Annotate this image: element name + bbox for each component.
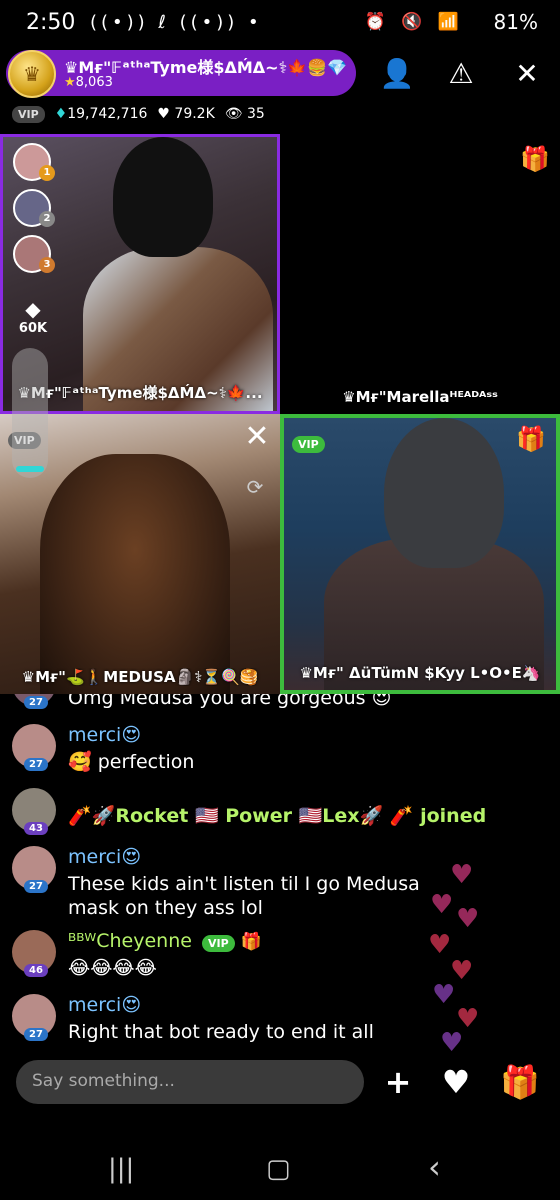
streamer-figure bbox=[40, 454, 230, 694]
host-stars-value: 8,063 bbox=[75, 75, 113, 90]
gift-icon[interactable]: 🎁 bbox=[520, 144, 550, 174]
status-time: 2:50 bbox=[26, 10, 76, 35]
user-level: 27 bbox=[24, 1028, 48, 1041]
add-icon[interactable]: + bbox=[378, 1062, 418, 1102]
chat-text: Omg Medusa you are gorgeous 😍 bbox=[68, 694, 392, 709]
star-icon: ★ bbox=[64, 75, 76, 90]
ski-mask bbox=[113, 137, 213, 257]
status-bar: 2:50 ((•)) ℓ ((•)) • ⏰ 🔇 📶 81% bbox=[0, 0, 560, 48]
diamond-value: 19,742,716 bbox=[67, 106, 148, 122]
user-level: 27 bbox=[24, 880, 48, 893]
viewer-count[interactable]: 👁 35 bbox=[225, 106, 265, 122]
rank-badge: 2 bbox=[39, 211, 55, 227]
gift-meter[interactable]: ◆ 60K bbox=[13, 297, 53, 336]
home-icon[interactable]: ▢ bbox=[266, 1154, 291, 1184]
follow-icon[interactable]: 👤 bbox=[380, 56, 415, 90]
chat-text: These kids ain't listen til I go Medusa … bbox=[68, 873, 420, 919]
floating-hearts: ♥ ♥ ♥ ♥ ♥ ♥ ♥ ♥ bbox=[420, 860, 490, 1060]
diamond-icon: ◆ bbox=[25, 297, 41, 321]
heart-icon: ♥ bbox=[440, 1028, 464, 1058]
stream-stats: VIP ♦19,742,716 ♥ 79.2K 👁 35 bbox=[12, 104, 265, 124]
user-level: 27 bbox=[24, 758, 48, 771]
video-tile-empty[interactable]: 🎁 ♛Mғ"Marellaᴴᴱᴬᴰᴬˢˢ bbox=[280, 134, 560, 414]
heart-icon: ♥ bbox=[456, 904, 480, 934]
vip-badge: VIP bbox=[12, 105, 45, 123]
join-notice: 🧨🚀Rocket 🇺🇸 Power 🇺🇸Lex🚀 🧨 joined bbox=[68, 805, 487, 827]
gift-icon[interactable]: 🎁 bbox=[516, 424, 546, 454]
host-stars: ★8,063 bbox=[64, 75, 113, 90]
gift-badge-icon: 🎁 bbox=[240, 932, 262, 952]
host-avatar[interactable]: ♛ bbox=[8, 50, 56, 98]
volume-slider[interactable] bbox=[12, 348, 48, 478]
heart-icon[interactable]: ♥ bbox=[436, 1062, 476, 1102]
switch-camera-icon[interactable]: ⟳ bbox=[240, 472, 270, 502]
user-level: 27 bbox=[24, 696, 48, 709]
heart-icon: ♥ bbox=[428, 930, 452, 960]
close-icon[interactable]: ✕ bbox=[510, 56, 544, 90]
ski-mask bbox=[384, 418, 504, 568]
chat-text: 🥰 perfection bbox=[68, 751, 195, 773]
report-icon[interactable]: ⚠ bbox=[444, 56, 478, 90]
chat-username[interactable]: ᴮᴮᵂCheyenne VIP 🎁 bbox=[68, 930, 262, 952]
chat-username[interactable]: merci😍 bbox=[68, 724, 141, 746]
vip-badge: VIP bbox=[202, 935, 235, 952]
like-count: ♥ 79.2K bbox=[157, 106, 215, 122]
video-tile-guest[interactable]: VIP 🎁 ♛Mғ" ΔüTümN $Kyy L•O•E🦄 bbox=[280, 414, 560, 694]
system-nav-bar: ||| ▢ ‹ bbox=[0, 1140, 560, 1200]
chat-text: 😂😂😂😂 bbox=[68, 957, 157, 979]
back-icon[interactable]: ‹ bbox=[428, 1148, 441, 1186]
diamond-icon: ♦ bbox=[54, 106, 68, 122]
diamond-count: ♦19,742,716 bbox=[55, 106, 148, 122]
heart-icon: ♥ bbox=[450, 860, 474, 890]
like-value: 79.2K bbox=[174, 106, 215, 122]
rank-badge: 1 bbox=[39, 165, 55, 181]
tile-label: ♛Mғ"⛳🚶MEDUSA🗿⚕⏳🍭🥞 bbox=[21, 668, 259, 686]
user-level: 43 bbox=[24, 822, 48, 835]
eye-icon: 👁 bbox=[224, 106, 243, 122]
tile-label: ♛Mғ"Marellaᴴᴱᴬᴰᴬˢˢ bbox=[342, 388, 498, 406]
recents-icon[interactable]: ||| bbox=[108, 1154, 134, 1184]
chat-username[interactable]: merci😍 bbox=[68, 994, 141, 1016]
rank-badge: 3 bbox=[39, 257, 55, 273]
system-icons: ⏰ 🔇 📶 bbox=[364, 12, 464, 32]
close-icon[interactable]: ✕ bbox=[242, 422, 272, 452]
heart-icon: ♥ bbox=[432, 980, 456, 1010]
gift-icon[interactable]: 🎁 bbox=[500, 1062, 540, 1102]
chat-username-text: ᴮᴮᵂCheyenne bbox=[68, 930, 192, 952]
vip-badge: VIP bbox=[292, 436, 325, 453]
viewer-value: 35 bbox=[247, 106, 265, 122]
chat-input[interactable]: Say something... bbox=[16, 1060, 364, 1104]
slider-fill bbox=[16, 466, 44, 472]
battery-level: 81% bbox=[493, 10, 538, 34]
heart-icon: ♥ bbox=[430, 890, 454, 920]
chat-text: Right that bot ready to end it all bbox=[68, 1021, 374, 1043]
chat-username[interactable]: merci😍 bbox=[68, 846, 141, 868]
gift-meter-value: 60K bbox=[18, 321, 48, 336]
tile-label: ♛Mғ" ΔüTümN $Kyy L•O•E🦄 bbox=[299, 664, 541, 682]
notification-icons: ((•)) ℓ ((•)) • bbox=[90, 12, 263, 33]
user-level: 46 bbox=[24, 964, 48, 977]
